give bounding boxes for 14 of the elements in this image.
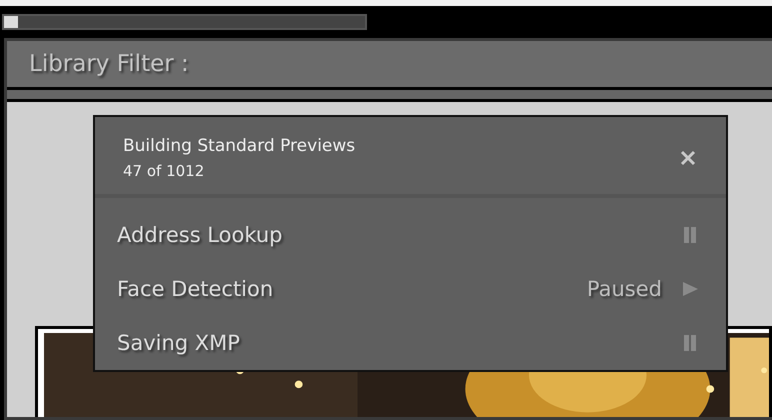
play-icon bbox=[682, 281, 698, 297]
task-name: Saving XMP bbox=[117, 331, 240, 355]
pause-icon bbox=[682, 227, 698, 243]
activity-title: Building Standard Previews bbox=[123, 136, 356, 156]
close-icon bbox=[680, 150, 696, 166]
resume-button[interactable] bbox=[682, 281, 698, 297]
filter-title: Library Filter : bbox=[29, 51, 189, 77]
pause-button[interactable] bbox=[682, 227, 698, 243]
task-name: Address Lookup bbox=[117, 223, 282, 247]
task-name: Face Detection bbox=[117, 277, 274, 301]
pause-icon bbox=[682, 335, 698, 351]
progress-count: 47 of 1012 bbox=[123, 162, 206, 180]
task-status: Paused bbox=[586, 277, 662, 301]
pause-button[interactable] bbox=[682, 335, 698, 351]
